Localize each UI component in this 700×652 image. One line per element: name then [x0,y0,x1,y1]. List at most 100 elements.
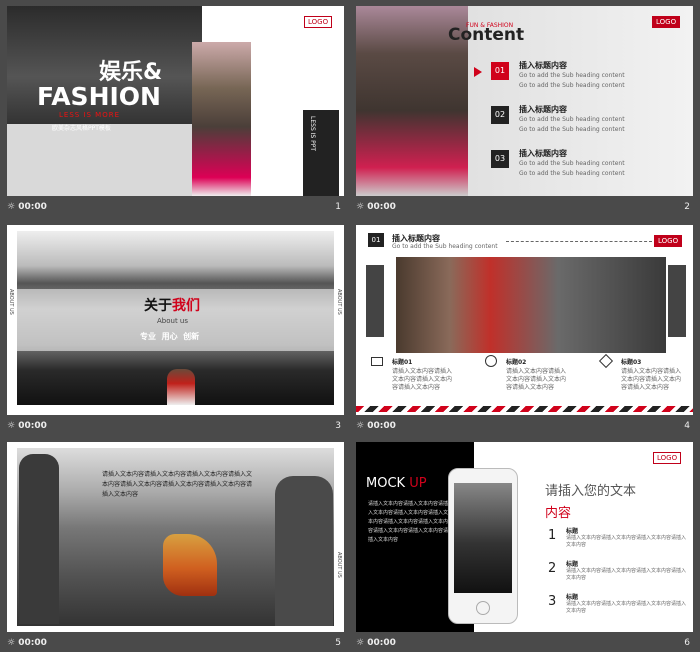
about-title: 关于我们 [144,295,200,315]
side-photo-left [366,265,384,337]
item-line-1: Go to add the Sub heading content [519,160,625,167]
timer-label: ☼ 00:00 [356,421,396,431]
side-label-right: ABOUT US [336,289,342,315]
col-label: 标题03 [621,359,642,366]
side-label-left: ABOUT US [8,289,14,315]
slide-1[interactable]: LOGO 娱乐& FASHION LESS IS MORE 欧美杂志风格PPT模… [7,6,344,196]
title-en: FASHION [37,82,161,111]
item-number: 1 [548,528,557,543]
list-item-3: 3 标题 请插入文本内容请插入文本内容请插入文本内容请插入文本内容 [546,592,686,618]
col-label: 标题02 [506,359,527,366]
about-title-red: 我们 [172,298,200,314]
content-item-2[interactable]: 02 插入标题内容 Go to add the Sub heading cont… [487,102,687,138]
slide-4[interactable]: 01 插入标题内容 Go to add the Sub heading cont… [356,225,693,415]
rock-pillar-left [19,454,59,624]
about-tags: 专业 用心 创新 [140,332,200,341]
timer-label: ☼ 00:00 [7,638,47,648]
slide-subtitle: Go to add the Sub heading content [392,243,498,250]
list-item-2: 2 标题 请插入文本内容请插入文本内容请插入文本内容请插入文本内容 [546,559,686,585]
logo: LOGO [304,16,333,28]
slide-3[interactable]: 关于我们 About us 专业 用心 创新 ABOUT US ABOUT US [7,225,344,415]
up-word: UP [409,476,427,491]
mock-word: MOCK [366,476,406,491]
laptop-icon [371,357,383,366]
slide-5[interactable]: 请插入文本内容请插入文本内容请插入文本内容请插入文本内容请插入文本内容请插入文本… [7,442,344,632]
slide-number: 4 [684,421,690,431]
logo: LOGO [652,16,681,28]
woman-figure [163,534,217,596]
item-line-2: Go to add the Sub heading content [519,126,625,133]
item-label: 标题 [566,528,579,535]
item-number: 01 [491,62,509,80]
heading-red: 内容 [545,506,572,521]
slide-6[interactable]: MOCK UP 请插入文本内容请插入文本内容请插入文本内容请插入文本内容请插入文… [356,442,693,632]
content-title: Content [448,25,525,45]
item-text: 请插入文本内容请插入文本内容请插入文本内容请插入文本内容 [566,535,687,548]
item-title: 插入标题内容 [519,61,567,70]
col-text: 请插入文本内容请插入文本内容请插入文本内容请插入文本内容 [621,368,682,391]
timer-label: ☼ 00:00 [356,202,396,212]
white-block [251,42,266,196]
about-title-black: 关于 [144,298,172,314]
list-item-1: 1 标题 请插入文本内容请插入文本内容请插入文本内容请插入文本内容 [546,526,686,552]
phone-home-button [476,601,490,615]
item-number: 03 [491,150,509,168]
diamond-icon [598,353,614,369]
item-line-2: Go to add the Sub heading content [519,82,625,89]
slide-number: 5 [335,638,341,648]
timer-label: ☼ 00:00 [7,421,47,431]
slide-2-bar: ☼ 00:00 2 [356,200,693,216]
about-sub: About us [157,317,189,325]
side-label-right: ABOUT US [336,552,342,578]
col-text: 请插入文本内容请插入文本内容请插入文本内容请插入文本内容 [392,368,453,391]
child-photo [396,257,666,353]
slide-6-bar: ☼ 00:00 6 [356,636,693,652]
slide-3-bar: ☼ 00:00 3 [7,419,344,435]
slide-5-bar: ☼ 00:00 5 [7,636,344,652]
dashed-line [506,241,652,242]
stripe-border [356,406,693,412]
item-line-1: Go to add the Sub heading content [519,72,625,79]
red-figure [167,369,195,405]
phone-screen [454,483,512,593]
timer-label: ☼ 00:00 [7,202,47,212]
col-label: 标题01 [392,359,413,366]
badge: 01 [368,233,384,247]
arrow-icon [474,67,482,77]
slide-number: 6 [684,638,690,648]
slide-4-bar: ☼ 00:00 4 [356,419,693,435]
item-text: 请插入文本内容请插入文本内容请插入文本内容请插入文本内容 [566,601,687,614]
item-title: 插入标题内容 [519,149,567,158]
timer-label: ☼ 00:00 [356,638,396,648]
item-number: 3 [548,594,557,609]
side-label-left: ABOUT US [8,552,14,578]
item-label: 标题 [566,594,579,601]
item-label: 标题 [566,561,579,568]
tagline: LESS IS MORE [59,111,121,119]
content-item-3[interactable]: 03 插入标题内容 Go to add the Sub heading cont… [487,146,687,182]
slide-number: 3 [335,421,341,431]
item-number: 02 [491,106,509,124]
item-text: 请插入文本内容请插入文本内容请插入文本内容请插入文本内容 [566,568,687,581]
heading: 请插入您的文本 [545,484,637,499]
body-text: 请插入文本内容请插入文本内容请插入文本内容请插入文本内容请插入文本内容请插入文本… [102,471,253,498]
side-photo-right [668,265,686,337]
logo: LOGO [654,235,683,247]
rock-pillar-right [275,476,333,626]
slide-1-bar: ☼ 00:00 1 [7,200,344,216]
left-body-text: 请插入文本内容请插入文本内容请插入文本内容请插入文本内容请插入文本内容请插入文本… [368,501,449,543]
item-number: 2 [548,561,557,576]
slide-number: 1 [335,202,341,212]
slide-number: 2 [684,202,690,212]
phone-mockup [448,468,518,624]
item-line-1: Go to add the Sub heading content [519,116,625,123]
side-label: LESS IS PPT [309,116,316,152]
gear-icon [485,355,497,367]
slide-2[interactable]: FUN & FASHION Content LOGO 01 插入标题内容 Go … [356,6,693,196]
content-item-1[interactable]: 01 插入标题内容 Go to add the Sub heading cont… [487,58,687,94]
col-text: 请插入文本内容请插入文本内容请插入文本内容请插入文本内容 [506,368,567,391]
mock-title: MOCK UP [366,476,427,491]
subtitle: 欧美杂志风格PPT模板 [52,125,111,132]
logo: LOGO [653,452,682,464]
item-line-2: Go to add the Sub heading content [519,170,625,177]
